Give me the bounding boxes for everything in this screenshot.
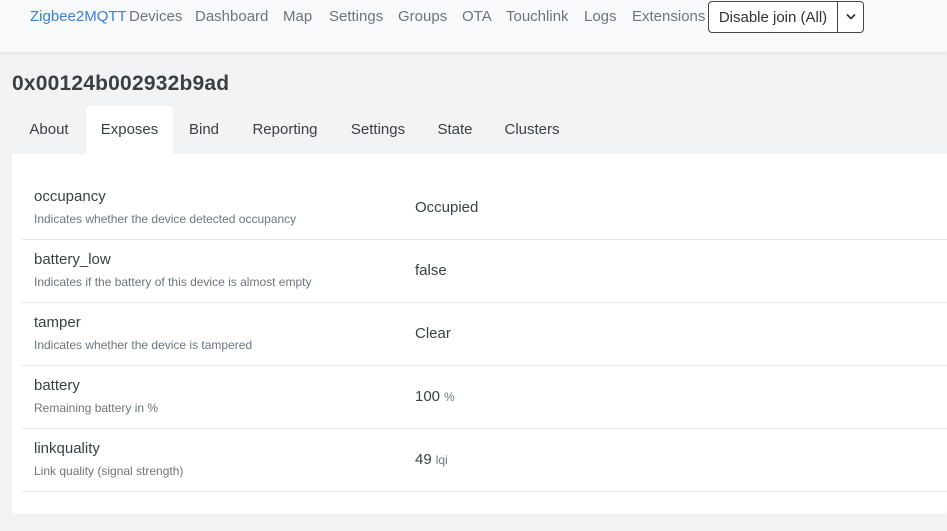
value-text: Occupied: [415, 199, 479, 216]
expose-value: 49 lqi: [415, 451, 448, 468]
nav-groups[interactable]: Groups: [398, 8, 447, 26]
tab-state[interactable]: State: [421, 106, 489, 154]
nav-ota[interactable]: OTA: [462, 8, 492, 26]
top-navbar: Zigbee2MQTT Devices Dashboard Map Settin…: [0, 0, 947, 52]
chevron-down-icon: [846, 14, 855, 20]
nav-extensions[interactable]: Extensions: [632, 8, 705, 26]
expose-row-tamper: tamper Indicates whether the device is t…: [22, 303, 947, 366]
expose-name: battery: [34, 377, 80, 394]
value-text: Clear: [415, 325, 451, 342]
expose-name: tamper: [34, 314, 81, 331]
value-unit: lqi: [435, 453, 448, 467]
tab-clusters[interactable]: Clusters: [489, 106, 575, 154]
expose-row-battery: battery Remaining battery in % 100%: [22, 366, 947, 429]
tab-reporting[interactable]: Reporting: [235, 106, 335, 154]
value-text: false: [415, 262, 447, 279]
nav-map[interactable]: Map: [283, 8, 312, 26]
tab-exposes[interactable]: Exposes: [86, 106, 173, 154]
disable-join-button[interactable]: Disable join (All): [708, 1, 838, 33]
device-title: 0x00124b002932b9ad: [12, 72, 230, 95]
join-dropdown-toggle[interactable]: [838, 1, 864, 33]
nav-dashboard[interactable]: Dashboard: [195, 8, 268, 26]
value-unit: %: [444, 390, 455, 404]
nav-settings[interactable]: Settings: [329, 8, 383, 26]
nav-devices[interactable]: Devices: [129, 8, 182, 26]
expose-value: Clear: [415, 325, 451, 342]
expose-row-occupancy: occupancy Indicates whether the device d…: [22, 177, 947, 240]
tab-bind[interactable]: Bind: [173, 106, 235, 154]
expose-row-battery-low: battery_low Indicates if the battery of …: [22, 240, 947, 303]
value-text: 49: [415, 451, 432, 468]
nav-touchlink[interactable]: Touchlink: [506, 8, 569, 26]
tab-settings[interactable]: Settings: [335, 106, 421, 154]
expose-name: battery_low: [34, 251, 111, 268]
expose-value: 100%: [415, 388, 455, 405]
expose-description: Indicates whether the device detected oc…: [34, 212, 297, 226]
expose-name: occupancy: [34, 188, 106, 205]
exposes-panel: occupancy Indicates whether the device d…: [12, 154, 947, 514]
expose-description: Link quality (signal strength): [34, 464, 184, 478]
expose-name: linkquality: [34, 440, 100, 457]
nav-logs[interactable]: Logs: [584, 8, 617, 26]
brand-link[interactable]: Zigbee2MQTT: [30, 8, 127, 26]
expose-description: Remaining battery in %: [34, 401, 159, 415]
expose-row-linkquality: linkquality Link quality (signal strengt…: [22, 429, 947, 492]
expose-description: Indicates if the battery of this device …: [34, 275, 312, 289]
value-text: 100: [415, 388, 441, 405]
expose-description: Indicates whether the device is tampered: [34, 338, 253, 352]
expose-value: false: [415, 262, 447, 279]
tab-about[interactable]: About: [12, 106, 86, 154]
expose-value: Occupied: [415, 199, 478, 216]
join-button-group: Disable join (All): [708, 1, 864, 33]
